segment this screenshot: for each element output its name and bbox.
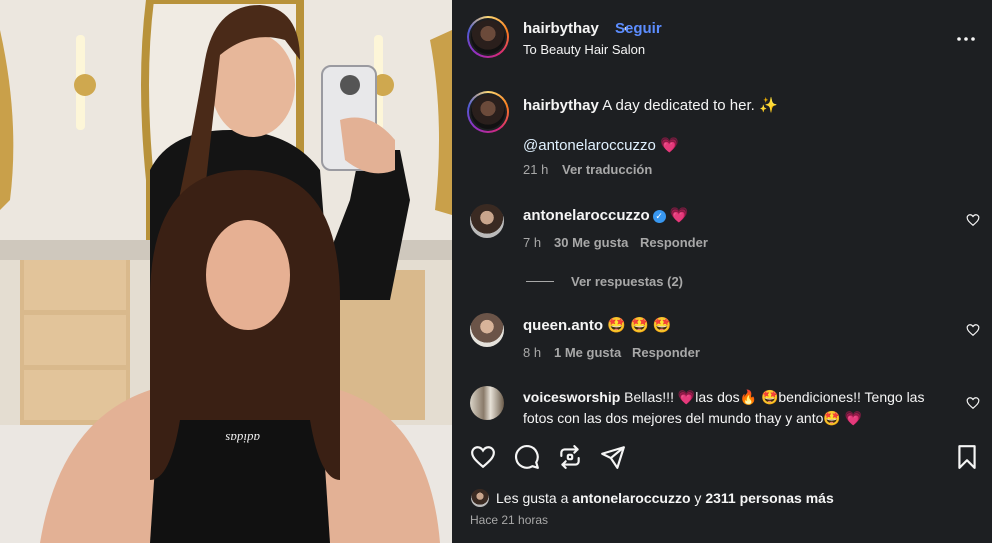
replies-divider [526, 281, 554, 282]
post-timestamp[interactable]: Hace 21 horas [470, 513, 548, 527]
caption-line: hairbythay A day dedicated to her. ✨ [523, 96, 778, 114]
author-username[interactable]: hairbythay [523, 20, 599, 37]
likes-others[interactable]: 2311 personas más [705, 490, 833, 506]
post-photo[interactable]: adidas [0, 0, 452, 543]
verified-badge-icon: ✓ [652, 210, 666, 223]
comment-username[interactable]: voicesworship [523, 389, 620, 405]
caption-emoji: 💗 [659, 137, 679, 154]
comment-like-heart-icon[interactable] [966, 323, 980, 342]
likes-user[interactable]: antonelaroccuzzo [572, 490, 690, 506]
author-avatar[interactable] [467, 16, 509, 58]
comment-time: 7 h [523, 235, 542, 250]
caption-mention-line: @antonelaroccuzzo 💗 [523, 136, 679, 154]
comment-like-heart-icon[interactable] [966, 213, 980, 232]
comment-line: voicesworship Bellas!!! 💗las dos🔥 🤩bendi… [523, 387, 958, 429]
repost-icon[interactable] [557, 444, 583, 475]
heart-icon[interactable] [470, 444, 496, 475]
caption-time: 21 h [523, 162, 549, 177]
caption-text: A day dedicated to her. ✨ [602, 97, 778, 114]
comment-username[interactable]: antonelaroccuzzo [523, 207, 650, 224]
caption-username[interactable]: hairbythay [523, 97, 599, 114]
svg-text:adidas: adidas [225, 431, 260, 446]
caption-avatar[interactable] [467, 91, 509, 133]
likes-connector: y [694, 490, 702, 506]
post-side-panel: hairbythay • Seguir To Beauty Hair Salon… [452, 0, 992, 543]
more-horizontal-icon[interactable] [956, 29, 976, 54]
salon-photo-illustration: adidas [0, 0, 452, 543]
likes-summary: Les gusta a antonelaroccuzzo y 2311 pers… [496, 490, 834, 506]
follow-button[interactable]: Seguir [615, 20, 662, 37]
comment-line: queen.anto 🤩 🤩 🤩 [523, 316, 672, 334]
comment-avatar[interactable] [470, 204, 504, 238]
location-link[interactable]: To Beauty Hair Salon [523, 42, 645, 57]
comment-likes[interactable]: 30 Me gusta [554, 235, 628, 250]
comment-avatar[interactable] [470, 386, 504, 420]
caption-mention[interactable]: @antonelaroccuzzo [523, 137, 656, 154]
comment-time: 8 h [523, 345, 542, 360]
comment-like-heart-icon[interactable] [966, 396, 980, 415]
likes-prefix: Les gusta a [496, 490, 569, 506]
comment-username[interactable]: queen.anto [523, 317, 603, 334]
comment-avatar[interactable] [470, 313, 504, 347]
comment-likes[interactable]: 1 Me gusta [554, 345, 621, 360]
comment-text: 🤩 🤩 🤩 [607, 317, 672, 334]
send-icon[interactable] [600, 444, 626, 475]
comment-reply[interactable]: Responder [640, 235, 708, 250]
liker-avatar[interactable] [471, 489, 489, 507]
comment-text: 💗 [669, 207, 689, 224]
view-replies-button[interactable]: Ver respuestas (2) [571, 274, 683, 289]
comment-line: antonelaroccuzzo ✓ 💗 [523, 206, 689, 224]
comment-reply[interactable]: Responder [632, 345, 700, 360]
bookmark-icon[interactable] [954, 444, 980, 475]
translate-link[interactable]: Ver traducción [562, 162, 652, 177]
comment-icon[interactable] [514, 444, 540, 475]
